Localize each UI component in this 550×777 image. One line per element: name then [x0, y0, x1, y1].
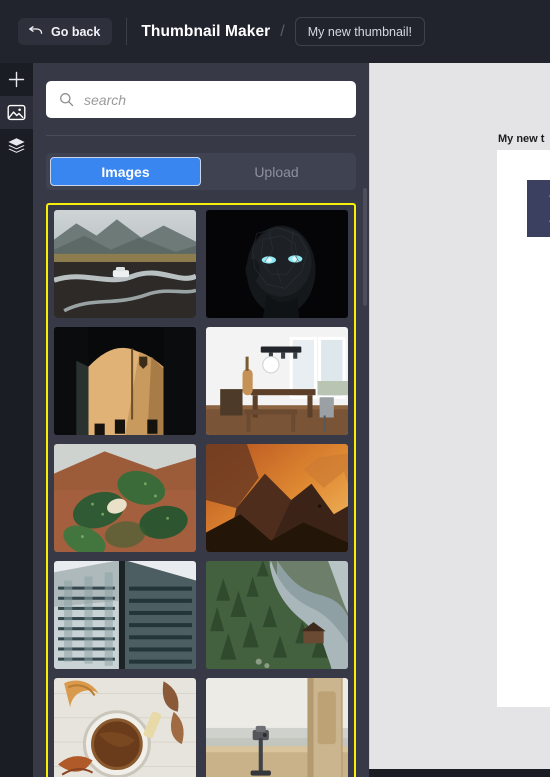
icon-rail: [0, 63, 33, 777]
panel-scrollbar-thumb[interactable]: [363, 188, 367, 306]
asset-source-tabs: Images Upload: [46, 153, 356, 190]
go-back-button[interactable]: Go back: [18, 18, 113, 45]
plus-icon: [8, 71, 25, 88]
thumbnail-canvas[interactable]: E: [497, 150, 550, 707]
image-thumbnail[interactable]: [206, 678, 348, 777]
image-thumbnail[interactable]: [206, 444, 348, 552]
stage-bottom-strip: [369, 769, 550, 777]
image-grid-highlight: [46, 203, 356, 777]
rail-item-images[interactable]: [0, 96, 33, 129]
logo-block: E: [527, 180, 550, 237]
canvas-stage[interactable]: My new t E: [369, 63, 550, 777]
tab-upload[interactable]: Upload: [201, 157, 352, 186]
canvas-title-label: My new t: [498, 133, 545, 145]
image-thumbnail[interactable]: [54, 327, 196, 435]
app-header: Go back Thumbnail Maker / My new thumbna…: [0, 0, 550, 63]
image-thumbnail[interactable]: [206, 210, 348, 318]
layers-icon: [7, 137, 26, 155]
search-icon: [59, 92, 74, 107]
rail-item-add[interactable]: [0, 63, 33, 96]
tab-images[interactable]: Images: [50, 157, 201, 186]
image-thumbnail[interactable]: [54, 678, 196, 777]
image-icon: [7, 104, 26, 121]
arrow-left-icon: [28, 25, 43, 38]
rail-item-layers[interactable]: [0, 129, 33, 162]
search-input[interactable]: [84, 81, 356, 118]
app-title: Thumbnail Maker: [141, 22, 271, 40]
image-thumbnail[interactable]: [54, 210, 196, 318]
thumbnail-maker-app: Go back Thumbnail Maker / My new thumbna…: [0, 0, 550, 777]
image-thumbnail[interactable]: [54, 444, 196, 552]
panel-divider: [46, 135, 356, 136]
assets-panel: Images Upload: [33, 63, 369, 777]
go-back-label: Go back: [51, 24, 101, 39]
document-name-chip[interactable]: My new thumbnail!: [294, 17, 425, 46]
header-divider: [126, 18, 128, 45]
image-thumbnail[interactable]: [206, 327, 348, 435]
image-thumbnail[interactable]: [206, 561, 348, 669]
image-thumbnail[interactable]: [54, 561, 196, 669]
image-grid: [54, 210, 348, 777]
search-box[interactable]: [46, 81, 356, 118]
stage-edge: [369, 63, 370, 777]
breadcrumb-separator: /: [280, 22, 285, 40]
